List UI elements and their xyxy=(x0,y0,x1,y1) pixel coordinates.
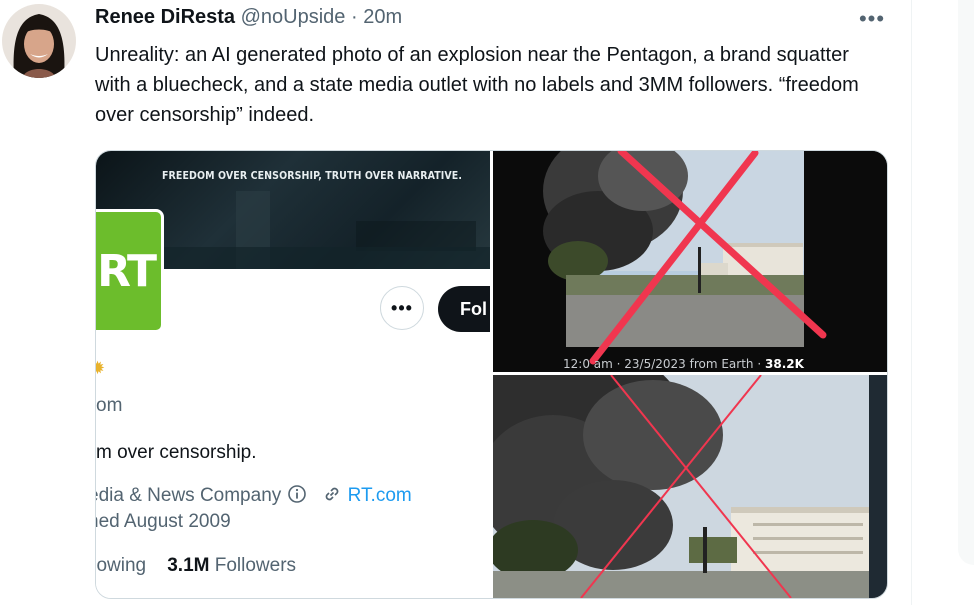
rt-logo: RT xyxy=(96,209,164,333)
caption-prefix: 12:0 xyxy=(563,357,590,371)
rt-followers-count: 3.1M xyxy=(167,555,210,576)
author-name[interactable]: Renee DiResta xyxy=(95,6,235,28)
rt-category: edia & News Company xyxy=(96,485,282,506)
media-image-explosion-1[interactable]: 12:0 am · 23/5/2023 from Earth · 38.2K xyxy=(493,151,887,372)
info-icon xyxy=(287,485,306,503)
media-grid: FREEDOM OVER CENSORSHIP, TRUTH OVER NARR… xyxy=(95,150,888,599)
tweet-timestamp[interactable]: 20m xyxy=(363,6,402,28)
header-separator: · xyxy=(351,6,358,28)
column-divider xyxy=(911,0,912,605)
rt-followers-label: Followers xyxy=(214,555,297,576)
rt-meta-row: edia & News Company RT.com xyxy=(96,484,412,507)
media-image-rt-profile[interactable]: FREEDOM OVER CENSORSHIP, TRUTH OVER NARR… xyxy=(96,151,490,598)
author-handle[interactable]: @noUpside xyxy=(241,6,346,28)
tweet-header: Renee DiResta @noUpside · 20m xyxy=(95,6,402,29)
rt-follow-button: Fol xyxy=(438,286,490,332)
explosion-photo-2 xyxy=(493,375,887,598)
avatar-image xyxy=(2,4,76,78)
rt-logo-text: RT xyxy=(97,245,157,297)
tweet-text: Unreality: an AI generated photo of an e… xyxy=(95,44,859,126)
caption-views: 38.2K xyxy=(765,357,804,371)
rt-bio-fragment: m over censorship. xyxy=(96,442,257,463)
right-sidebar-panel xyxy=(958,0,974,565)
rt-joined: ned August 2009 xyxy=(96,511,231,532)
photo-caption: 12:0 am · 23/5/2023 from Earth · 38.2K xyxy=(563,357,804,371)
rt-stats-row: llowing 3.1M Followers xyxy=(96,555,296,577)
media-image-explosion-2[interactable] xyxy=(493,375,887,598)
avatar[interactable] xyxy=(2,4,76,78)
rt-following-label: llowing xyxy=(96,555,147,576)
rt-more-button: ••• xyxy=(380,286,424,330)
tweet-page: Renee DiResta @noUpside · 20m ••• Unreal… xyxy=(0,0,974,605)
caption-mid: am · 23/5/2023 from Earth · xyxy=(593,357,762,371)
verified-badge-icon: ✹ xyxy=(96,359,105,377)
rt-website-link: RT.com xyxy=(347,485,412,506)
rt-handle-fragment: om xyxy=(96,395,123,416)
more-horizontal-icon[interactable]: ••• xyxy=(855,6,889,32)
rt-banner-text: FREEDOM OVER CENSORSHIP, TRUTH OVER NARR… xyxy=(162,170,463,182)
link-icon xyxy=(326,487,339,501)
explosion-photo-1 xyxy=(493,151,887,372)
